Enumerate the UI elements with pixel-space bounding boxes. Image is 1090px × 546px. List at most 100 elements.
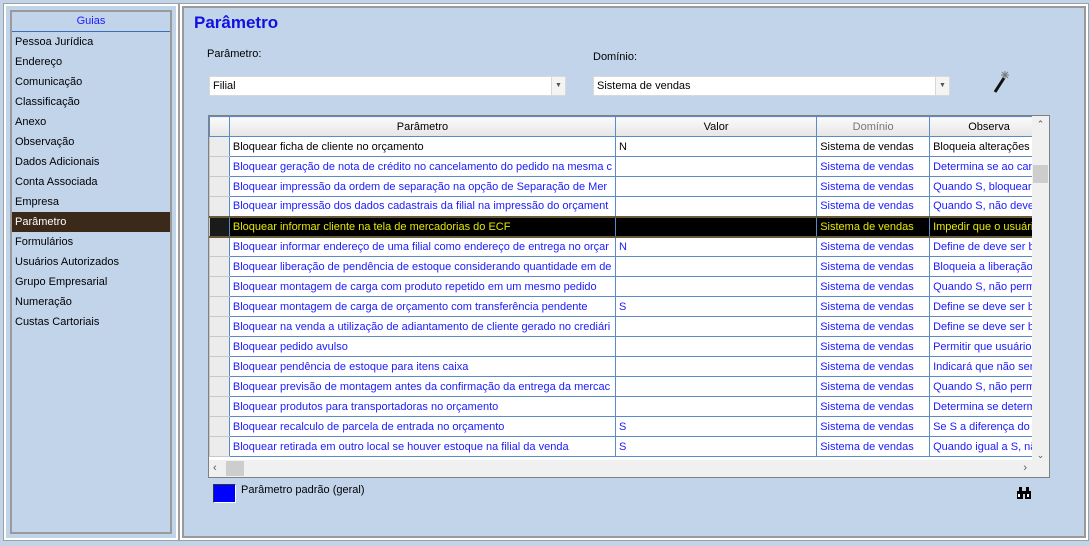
cell-observacao[interactable]: Define de deve ser blo <box>929 236 1049 257</box>
cell-parametro[interactable]: Bloquear ficha de cliente no orçamento <box>228 136 617 157</box>
sidebar-item[interactable]: Observação <box>12 132 170 152</box>
horizontal-scrollbar[interactable]: ‹ › <box>209 460 1049 477</box>
cell-observacao[interactable]: Se S a diferença do v <box>929 416 1049 437</box>
sidebar-item[interactable]: Formulários <box>12 232 170 252</box>
sidebar-item[interactable]: Parâmetro <box>12 212 170 232</box>
cell-observacao[interactable]: Quando S, não permiti <box>929 276 1049 297</box>
row-header[interactable] <box>209 336 230 357</box>
cell-parametro[interactable]: Bloquear pendência de estoque para itens… <box>228 356 617 377</box>
cell-observacao[interactable]: Bloqueia alterações na <box>929 136 1049 157</box>
cell-parametro[interactable]: Bloquear liberação de pendência de estoq… <box>228 256 617 277</box>
sidebar-item[interactable]: Classificação <box>12 92 170 112</box>
vertical-scrollbar[interactable]: ⌃ ⌄ <box>1032 116 1049 461</box>
row-header[interactable] <box>209 156 230 177</box>
parameter-select[interactable]: Filial ▼ <box>209 76 566 96</box>
cell-dominio[interactable]: Sistema de vendas <box>816 396 931 417</box>
table-row[interactable]: Bloquear impressão da ordem de separação… <box>209 176 1049 197</box>
cell-dominio[interactable]: Sistema de vendas <box>816 215 931 238</box>
cell-dominio[interactable]: Sistema de vendas <box>816 336 931 357</box>
table-row[interactable]: Bloquear informar endereço de uma filial… <box>209 236 1049 257</box>
magic-wand-icon[interactable] <box>990 70 1010 94</box>
cell-dominio[interactable]: Sistema de vendas <box>816 236 931 257</box>
cell-observacao[interactable]: Impedir que o usuário <box>929 215 1049 238</box>
table-row[interactable]: Bloquear geração de nota de crédito no c… <box>209 156 1049 177</box>
cell-dominio[interactable]: Sistema de vendas <box>816 176 931 197</box>
cell-dominio[interactable]: Sistema de vendas <box>816 296 931 317</box>
cell-parametro[interactable]: Bloquear montagem de carga com produto r… <box>228 276 617 297</box>
column-header-observacao[interactable]: Observa <box>929 116 1049 137</box>
cell-observacao[interactable]: Permitir que usuários <box>929 336 1049 357</box>
column-header-dominio[interactable]: Domínio <box>816 116 931 137</box>
table-row[interactable]: Bloquear previsão de montagem antes da c… <box>209 376 1049 397</box>
cell-parametro[interactable]: Bloquear pedido avulso <box>228 336 617 357</box>
row-header[interactable] <box>209 436 230 457</box>
table-row[interactable]: Bloquear pedido avulso Sistema de vendas P… <box>209 336 1049 357</box>
column-header-valor[interactable]: Valor <box>614 116 818 137</box>
cell-observacao[interactable]: Define se deve ser blo <box>929 296 1049 317</box>
binoculars-icon[interactable] <box>1016 486 1032 503</box>
sidebar-item[interactable]: Anexo <box>12 112 170 132</box>
cell-dominio[interactable]: Sistema de vendas <box>816 416 931 437</box>
cell-dominio[interactable]: Sistema de vendas <box>816 196 931 217</box>
row-header[interactable] <box>209 416 230 437</box>
cell-valor[interactable] <box>614 356 818 377</box>
cell-valor[interactable] <box>614 176 818 197</box>
cell-valor[interactable] <box>614 396 818 417</box>
cell-dominio[interactable]: Sistema de vendas <box>816 136 931 157</box>
cell-valor[interactable]: S <box>614 416 818 437</box>
cell-observacao[interactable]: Determina se determi <box>929 396 1049 417</box>
row-header[interactable] <box>209 176 230 197</box>
scroll-right-icon[interactable]: › <box>1023 462 1027 474</box>
row-header[interactable] <box>209 236 230 257</box>
cell-dominio[interactable]: Sistema de vendas <box>816 256 931 277</box>
scrollbar-thumb[interactable] <box>1033 165 1048 183</box>
sidebar-item[interactable]: Endereço <box>12 52 170 72</box>
sidebar-item[interactable]: Custas Cartoriais <box>12 312 170 332</box>
cell-dominio[interactable]: Sistema de vendas <box>816 276 931 297</box>
cell-valor[interactable]: N <box>614 136 818 157</box>
cell-parametro[interactable]: Bloquear previsão de montagem antes da c… <box>228 376 617 397</box>
table-row[interactable]: Bloquear montagem de carga de orçamento … <box>209 296 1049 317</box>
sidebar-item[interactable]: Empresa <box>12 192 170 212</box>
cell-parametro[interactable]: Bloquear montagem de carga de orçamento … <box>228 296 617 317</box>
cell-observacao[interactable]: Quando igual a S, não <box>929 436 1049 457</box>
row-header[interactable] <box>209 256 230 277</box>
row-header[interactable] <box>209 396 230 417</box>
cell-valor[interactable] <box>614 196 818 217</box>
table-row[interactable]: Bloquear retirada em outro local se houv… <box>209 436 1049 457</box>
cell-observacao[interactable]: Determina se ao canc <box>929 156 1049 177</box>
cell-dominio[interactable]: Sistema de vendas <box>816 316 931 337</box>
cell-observacao[interactable]: Quando S, não permiti <box>929 376 1049 397</box>
cell-valor[interactable] <box>614 215 818 238</box>
cell-parametro[interactable]: Bloquear informar cliente na tela de mer… <box>228 215 617 238</box>
cell-valor[interactable] <box>614 256 818 277</box>
cell-valor[interactable] <box>614 276 818 297</box>
cell-observacao[interactable]: Bloqueia a liberação d <box>929 256 1049 277</box>
cell-observacao[interactable]: Indicará que não será <box>929 356 1049 377</box>
cell-parametro[interactable]: Bloquear produtos para transportadoras n… <box>228 396 617 417</box>
row-header[interactable] <box>209 136 230 157</box>
cell-observacao[interactable]: Quando S, bloquear in <box>929 176 1049 197</box>
row-header[interactable] <box>209 215 230 238</box>
cell-valor[interactable]: S <box>614 296 818 317</box>
cell-parametro[interactable]: Bloquear geração de nota de crédito no c… <box>228 156 617 177</box>
row-header[interactable] <box>209 276 230 297</box>
row-header[interactable] <box>209 376 230 397</box>
row-header[interactable] <box>209 196 230 217</box>
scroll-up-icon[interactable]: ⌃ <box>1032 116 1049 133</box>
chevron-down-icon[interactable]: ▼ <box>935 77 949 95</box>
cell-valor[interactable] <box>614 336 818 357</box>
table-row[interactable]: Bloquear impressão dos dados cadastrais … <box>209 196 1049 217</box>
cell-observacao[interactable]: Define se deve ser blo <box>929 316 1049 337</box>
chevron-down-icon[interactable]: ▼ <box>551 77 565 95</box>
table-row[interactable]: Bloquear informar cliente na tela de mer… <box>209 215 1049 238</box>
cell-parametro[interactable]: Bloquear informar endereço de uma filial… <box>228 236 617 257</box>
cell-parametro[interactable]: Bloquear recalculo de parcela de entrada… <box>228 416 617 437</box>
sidebar-item[interactable]: Numeração <box>12 292 170 312</box>
cell-valor[interactable]: S <box>614 436 818 457</box>
table-row[interactable]: Bloquear na venda a utilização de adiant… <box>209 316 1049 337</box>
scrollbar-thumb[interactable] <box>226 461 244 476</box>
column-header-parametro[interactable]: Parâmetro <box>228 116 617 137</box>
cell-parametro[interactable]: Bloquear impressão dos dados cadastrais … <box>228 196 617 217</box>
sidebar-item[interactable]: Conta Associada <box>12 172 170 192</box>
